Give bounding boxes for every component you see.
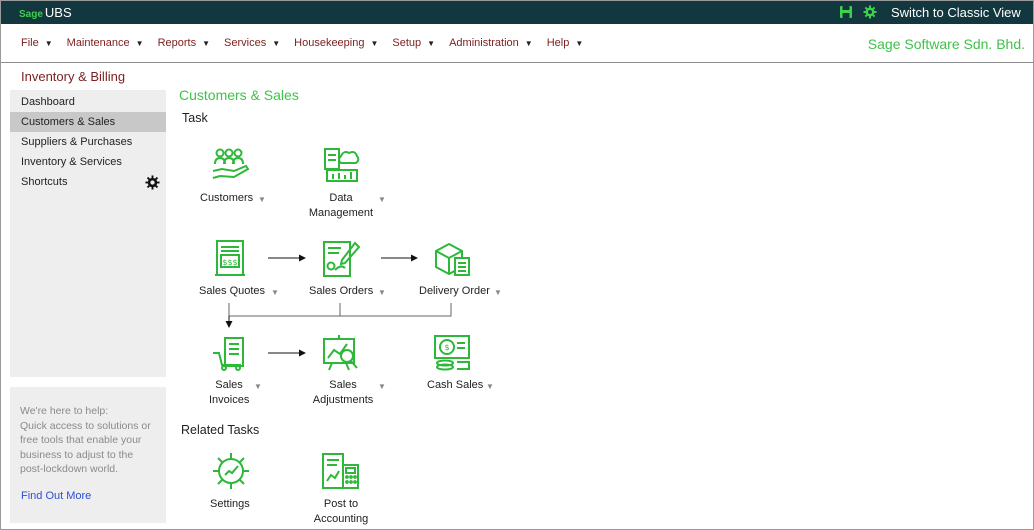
sales-invoices-label-line2: Invoices [209, 394, 250, 406]
sales-quotes-label[interactable]: Sales Quotes [199, 284, 265, 299]
data-management-label-line2: Management [308, 207, 374, 219]
data-management-label-line1: Data [329, 192, 353, 204]
post-to-accounting-icon [322, 453, 359, 489]
settings-gear-chart-icon [213, 453, 249, 489]
sales-quotes-icon: $$$ [215, 240, 245, 276]
customers-task[interactable] [209, 147, 251, 183]
sales-quotes-task[interactable]: $$$ [213, 239, 247, 279]
workflow-arrows [225, 254, 452, 357]
data-management-dropdown-icon[interactable]: ▼ [378, 195, 386, 204]
sales-orders-task[interactable] [321, 239, 361, 279]
customers-dropdown-icon[interactable]: ▼ [258, 195, 266, 204]
settings-task[interactable] [211, 451, 251, 491]
cash-sales-task[interactable]: $ [433, 334, 473, 372]
post-to-accounting-label-line1: Post to [323, 498, 359, 510]
delivery-order-dropdown-icon[interactable]: ▼ [494, 288, 502, 297]
sales-invoices-task[interactable] [211, 335, 249, 371]
sales-invoices-icon [213, 337, 244, 371]
delivery-order-icon [435, 242, 470, 276]
cash-sales-dropdown-icon[interactable]: ▼ [486, 382, 494, 391]
sales-adjustments-dropdown-icon[interactable]: ▼ [378, 382, 386, 391]
post-to-accounting-label[interactable]: Post to Accounting [309, 497, 373, 527]
post-to-accounting-task[interactable] [321, 451, 361, 491]
data-management-task[interactable] [322, 146, 362, 184]
data-management-label[interactable]: Data Management [308, 191, 374, 221]
svg-text:$: $ [444, 343, 449, 352]
customers-icon [212, 148, 250, 179]
sales-orders-dropdown-icon[interactable]: ▼ [378, 288, 386, 297]
settings-label[interactable]: Settings [210, 497, 250, 512]
sales-invoices-dropdown-icon[interactable]: ▼ [254, 382, 262, 391]
svg-text:$$$: $$$ [222, 258, 237, 267]
delivery-order-task[interactable] [433, 241, 473, 277]
sales-adjustments-label-line2: Adjustments [312, 394, 374, 406]
cash-sales-label[interactable]: Cash Sales [427, 378, 483, 393]
post-to-accounting-label-line2: Accounting [313, 513, 369, 525]
sales-adjustments-task[interactable] [321, 334, 361, 372]
sales-quotes-dropdown-icon[interactable]: ▼ [271, 288, 279, 297]
sales-orders-label[interactable]: Sales Orders [309, 284, 373, 299]
cash-sales-icon: $ [434, 335, 470, 371]
sales-invoices-label[interactable]: Sales Invoices [209, 378, 249, 408]
customers-label[interactable]: Customers [200, 191, 253, 206]
delivery-order-label[interactable]: Delivery Order [419, 284, 490, 299]
sales-orders-icon [323, 241, 361, 277]
sales-adjustments-label-line1: Sales [329, 379, 357, 391]
data-management-icon [324, 148, 360, 182]
sales-invoices-label-line1: Sales [215, 379, 243, 391]
sales-adjustments-icon [323, 335, 358, 371]
sales-adjustments-label[interactable]: Sales Adjustments [311, 378, 375, 408]
